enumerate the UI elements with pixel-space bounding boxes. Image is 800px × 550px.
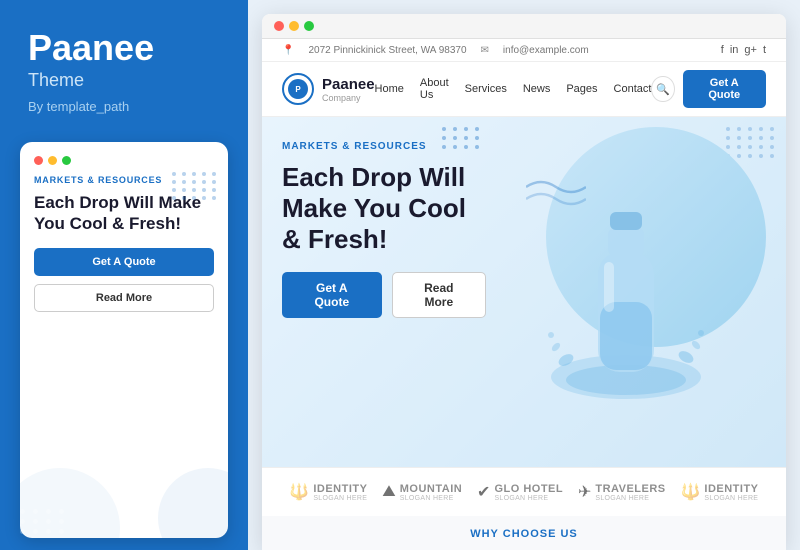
browser-dot-green: [304, 21, 314, 31]
brand-text-2: MOUNTAIN SLOGAN HERE: [400, 483, 462, 502]
topbar-social-icons: f in g+ t: [721, 44, 766, 56]
sidebar-bottom-dots: [20, 509, 67, 534]
nav-contact[interactable]: Contact: [614, 83, 652, 95]
brand-logo-icon-1: 🔱: [289, 482, 309, 502]
browser-dot-red: [274, 21, 284, 31]
hero-heading-line3: & Fresh!: [282, 224, 387, 254]
phone-mockup: MARKETS & RESOURCES Each Drop Will Make …: [20, 142, 228, 538]
hero-markets-label: MARKETS & RESOURCES: [282, 141, 486, 152]
sidebar-title: Paanee: [28, 28, 220, 68]
social-icon-4[interactable]: t: [763, 44, 766, 56]
search-icon[interactable]: 🔍: [651, 76, 674, 102]
brand-icon-3: ✔ GLO HOTEL SLOGAN HERE: [477, 482, 563, 502]
phone-dot-green: [62, 156, 71, 165]
facebook-icon[interactable]: f: [721, 44, 724, 56]
topbar-address: 2072 Pinnickinick Street, WA 98370: [308, 45, 466, 56]
brand-text-1: IDENTITY SLOGAN HERE: [313, 483, 367, 502]
browser-traffic-lights: [274, 21, 314, 31]
brand-text-4: TRAVELERS SLOGAN HERE: [595, 483, 665, 502]
brand-logo-icon-2: ⛰: [382, 483, 395, 501]
hero-right: [486, 137, 766, 467]
hero-heading: Each Drop Will Make You Cool & Fresh!: [282, 162, 486, 256]
nav-pages[interactable]: Pages: [566, 83, 597, 95]
brand-sub: Company: [322, 93, 375, 103]
site-navbar: P Paanee Company Home About Us Services …: [262, 62, 786, 117]
brand-logo-icon-5: 🔱: [680, 482, 700, 502]
phone-circle-decoration-1: [158, 468, 228, 538]
hero-read-more-button[interactable]: Read More: [392, 272, 486, 318]
browser-dot-yellow: [289, 21, 299, 31]
why-choose-bar: WHY CHOOSE US: [262, 516, 786, 550]
phone-traffic-lights: [34, 156, 214, 165]
hero-section: MARKETS & RESOURCES Each Drop Will Make …: [262, 117, 786, 467]
phone-bg-dots: [172, 172, 218, 200]
water-bottle-svg: [536, 202, 716, 402]
brands-bar: 🔱 IDENTITY SLOGAN HERE ⛰ MOUNTAIN SLOGAN…: [262, 467, 786, 516]
brand-text: Paanee Company: [322, 76, 375, 103]
brand-name: Paanee: [322, 76, 375, 93]
brand-travelers: ✈ TRAVELERS SLOGAN HERE: [578, 482, 666, 502]
brand-logo-icon-3: ✔: [477, 482, 490, 502]
brand-icon-4: ✈ TRAVELERS SLOGAN HERE: [578, 482, 666, 502]
why-choose-text: WHY CHOOSE US: [470, 528, 578, 540]
navbar-actions: 🔍 Get A Quote: [651, 70, 766, 108]
instagram-icon[interactable]: g+: [744, 44, 757, 56]
phone-get-quote-button[interactable]: Get A Quote: [34, 248, 214, 276]
sidebar: Paanee Theme By template_path MARKETS & …: [0, 0, 248, 550]
topbar-email: info@example.com: [503, 45, 589, 56]
phone-dot-yellow: [48, 156, 57, 165]
browser-area: 📍 2072 Pinnickinick Street, WA 98370 ✉ i…: [248, 0, 800, 550]
navbar-nav: Home About Us Services News Pages Contac…: [375, 77, 652, 101]
navbar-brand: P Paanee Company: [282, 73, 375, 105]
brand-text-3: GLO HOTEL SLOGAN HERE: [494, 483, 563, 502]
brand-icon-2: ⛰ MOUNTAIN SLOGAN HERE: [382, 483, 462, 502]
brand-icon-1: 🔱 IDENTITY SLOGAN HERE: [289, 482, 367, 502]
sidebar-by: By template_path: [28, 99, 220, 114]
brand-glo-hotel: ✔ GLO HOTEL SLOGAN HERE: [477, 482, 563, 502]
nav-about[interactable]: About Us: [420, 77, 449, 101]
brand-logo-inner: P: [288, 79, 308, 99]
brand-mountain: ⛰ MOUNTAIN SLOGAN HERE: [382, 483, 462, 502]
hero-get-quote-button[interactable]: Get A Quote: [282, 272, 382, 318]
nav-news[interactable]: News: [523, 83, 551, 95]
brand-identity-1: 🔱 IDENTITY SLOGAN HERE: [289, 482, 367, 502]
hero-heading-line2: Make You Cool: [282, 193, 466, 223]
sidebar-subtitle: Theme: [28, 70, 220, 91]
brand-logo-circle: P: [282, 73, 314, 105]
phone-read-more-button[interactable]: Read More: [34, 284, 214, 312]
nav-services[interactable]: Services: [465, 83, 507, 95]
hero-left: MARKETS & RESOURCES Each Drop Will Make …: [282, 137, 486, 467]
brand-identity-2: 🔱 IDENTITY SLOGAN HERE: [680, 482, 758, 502]
sidebar-header: Paanee Theme By template_path: [0, 0, 248, 130]
email-icon: ✉: [481, 45, 489, 56]
twitter-icon[interactable]: in: [730, 44, 739, 56]
brand-logo-icon-4: ✈: [578, 482, 591, 502]
nav-home[interactable]: Home: [375, 83, 404, 95]
hero-heading-line1: Each Drop Will: [282, 162, 465, 192]
address-icon: 📍: [282, 45, 294, 56]
topbar-left: 📍 2072 Pinnickinick Street, WA 98370 ✉ i…: [282, 45, 589, 56]
browser-chrome-bar: [262, 14, 786, 39]
browser-window: 📍 2072 Pinnickinick Street, WA 98370 ✉ i…: [262, 14, 786, 550]
brand-icon-5: 🔱 IDENTITY SLOGAN HERE: [680, 482, 758, 502]
site-topbar: 📍 2072 Pinnickinick Street, WA 98370 ✉ i…: [262, 39, 786, 62]
hero-buttons: Get A Quote Read More: [282, 272, 486, 318]
phone-dot-red: [34, 156, 43, 165]
brand-text-5: IDENTITY SLOGAN HERE: [704, 483, 758, 502]
navbar-cta-button[interactable]: Get A Quote: [683, 70, 767, 108]
